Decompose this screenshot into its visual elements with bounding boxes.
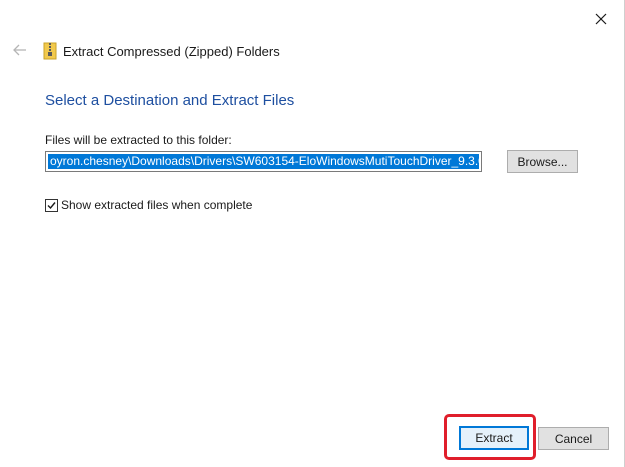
close-icon (595, 13, 607, 25)
extract-dialog: Extract Compressed (Zipped) Folders Sele… (0, 0, 625, 467)
cancel-button[interactable]: Cancel (538, 427, 609, 450)
dialog-title: Extract Compressed (Zipped) Folders (63, 43, 280, 59)
browse-button-label: Browse... (517, 154, 568, 169)
zip-folder-icon (43, 42, 57, 60)
checkmark-icon (47, 201, 56, 209)
back-arrow-icon (13, 44, 26, 56)
destination-path-input[interactable]: oyron.chesney\Downloads\Drivers\SW603154… (45, 151, 482, 172)
extract-button-label: Extract (475, 431, 513, 445)
show-files-checkbox[interactable] (45, 198, 58, 212)
back-button[interactable] (12, 42, 28, 58)
show-files-option[interactable]: Show extracted files when complete (45, 198, 252, 212)
destination-label: Files will be extracted to this folder: (45, 133, 232, 147)
cancel-button-label: Cancel (554, 431, 593, 446)
destination-path-value: oyron.chesney\Downloads\Drivers\SW603154… (48, 154, 479, 169)
show-files-label: Show extracted files when complete (61, 198, 253, 212)
dialog-title-row: Extract Compressed (Zipped) Folders (43, 41, 280, 61)
extract-button[interactable]: Extract (459, 426, 529, 450)
page-heading: Select a Destination and Extract Files (45, 92, 295, 109)
browse-button[interactable]: Browse... (507, 150, 578, 173)
close-button[interactable] (592, 10, 610, 28)
